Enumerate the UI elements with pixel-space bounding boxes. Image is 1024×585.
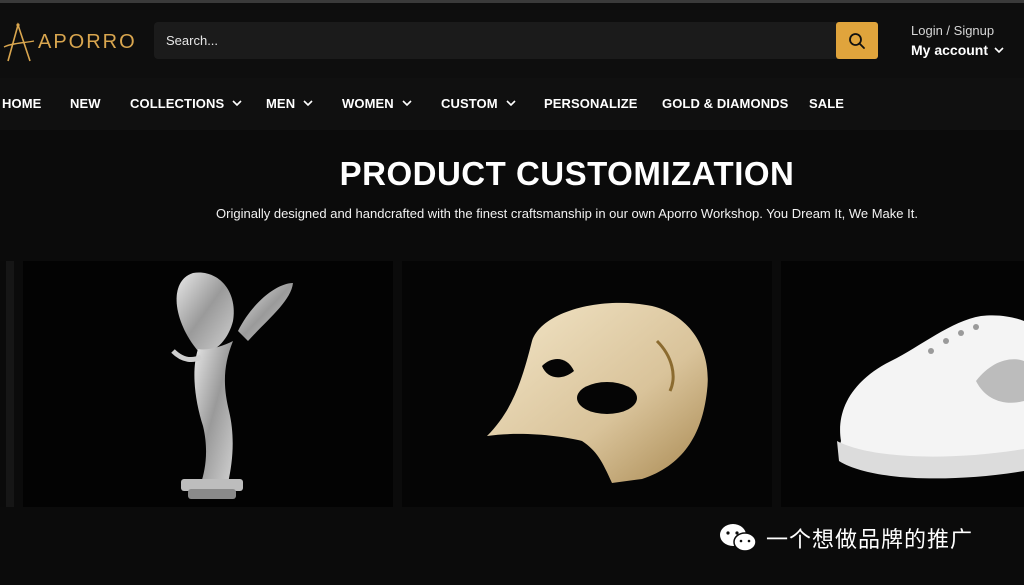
- nav-personalize[interactable]: PERSONALIZE: [544, 96, 638, 111]
- my-account-label: My account: [911, 42, 989, 58]
- site-header: APORRO Login / Signup My account: [0, 3, 1024, 78]
- partial-image: [0, 261, 14, 507]
- main-navigation: HOME NEW COLLECTIONS MEN WOMEN CUSTOM PE…: [0, 78, 1024, 130]
- nav-new[interactable]: NEW: [70, 96, 101, 111]
- chevron-down-icon: [303, 100, 313, 107]
- diamond-mask-image: [402, 261, 772, 507]
- carousel-card-partial[interactable]: [0, 261, 14, 507]
- nav-men-label: MEN: [266, 96, 296, 111]
- nav-home-label: HOME: [2, 96, 42, 111]
- watermark-text: 一个想做品牌的推广: [766, 527, 974, 552]
- chevron-down-icon: [232, 100, 242, 107]
- carousel-card-3[interactable]: [781, 261, 1024, 507]
- nav-custom[interactable]: CUSTOM: [441, 96, 516, 111]
- chevron-down-icon: [506, 100, 516, 107]
- brand-logo[interactable]: APORRO: [2, 21, 137, 63]
- nav-personalize-label: PERSONALIZE: [544, 96, 638, 111]
- logo-a-icon: [3, 22, 35, 62]
- search-icon: [849, 32, 865, 49]
- login-signup-link[interactable]: Login / Signup: [911, 23, 1021, 39]
- nav-collections[interactable]: COLLECTIONS: [130, 96, 242, 111]
- nav-sale-label: SALE: [809, 96, 845, 111]
- nav-gold-diamonds[interactable]: GOLD & DIAMONDS: [662, 96, 788, 111]
- carousel-card-2[interactable]: [402, 261, 772, 507]
- chevron-down-icon: [402, 100, 412, 107]
- logo-text: APORRO: [38, 30, 137, 53]
- carousel-card-1[interactable]: [23, 261, 393, 507]
- chevron-down-icon: [994, 46, 1004, 53]
- search-button[interactable]: [836, 22, 878, 59]
- my-account-dropdown[interactable]: My account: [911, 42, 1021, 58]
- wechat-icon: [720, 524, 757, 552]
- nav-home[interactable]: HOME: [2, 96, 41, 111]
- account-menu: Login / Signup My account: [911, 23, 1021, 58]
- nav-new-label: NEW: [70, 96, 101, 111]
- page-subtitle: Originally designed and handcrafted with…: [216, 206, 918, 221]
- nav-women-label: WOMEN: [342, 96, 394, 111]
- nav-collections-label: COLLECTIONS: [130, 96, 225, 111]
- sneaker-image: [781, 261, 1024, 507]
- search-bar: [154, 22, 878, 59]
- page-title: PRODUCT CUSTOMIZATION: [339, 155, 795, 192]
- nav-custom-label: CUSTOM: [441, 96, 498, 111]
- nav-women[interactable]: WOMEN: [342, 96, 412, 111]
- hood-ornament-image: [23, 261, 393, 507]
- nav-men[interactable]: MEN: [266, 96, 313, 111]
- nav-gold-diamonds-label: GOLD & DIAMONDS: [662, 96, 789, 111]
- nav-sale[interactable]: SALE: [809, 96, 844, 111]
- wechat-watermark: 一个想做品牌的推广: [718, 522, 973, 554]
- search-input[interactable]: [154, 22, 836, 59]
